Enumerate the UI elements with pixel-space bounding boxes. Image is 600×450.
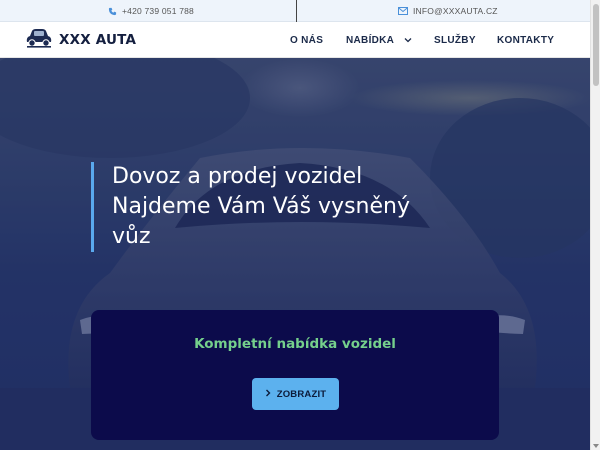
logo-text: XXX AUTA	[59, 32, 137, 48]
nav-item-kontakty[interactable]: KONTAKTY	[497, 22, 554, 58]
zobrazit-label: ZOBRAZIT	[276, 388, 327, 400]
chevron-down-icon	[404, 35, 412, 46]
site-header: XXX AUTA O NÁS NABÍDKA SLUŽBY KONTAKTY	[0, 22, 600, 58]
top-contact-bar: +420 739 051 788 INFO@XXXAUTA.CZ	[0, 0, 600, 22]
scrollbar-thumb[interactable]	[593, 4, 599, 86]
phone-link[interactable]: +420 739 051 788	[108, 0, 194, 22]
car-logo-icon	[24, 27, 54, 54]
nav-item-sluzby[interactable]: SLUŽBY	[434, 22, 476, 58]
logo-link[interactable]: XXX AUTA	[24, 27, 136, 53]
nav-label: KONTAKTY	[497, 34, 555, 46]
nav-label: NABÍDKA	[346, 34, 395, 46]
offer-card: Kompletní nabídka vozidel ZOBRAZIT	[91, 310, 499, 440]
nav-item-nabidka[interactable]: NABÍDKA	[346, 22, 412, 58]
mail-icon	[398, 7, 408, 15]
nav-label: SLUŽBY	[434, 34, 476, 46]
nav-label: O NÁS	[290, 34, 324, 46]
scroll-down-arrow[interactable]	[593, 444, 599, 448]
page-scrollbar[interactable]	[590, 0, 600, 450]
topbar-divider	[296, 0, 297, 22]
chevron-right-icon	[265, 389, 271, 400]
zobrazit-button[interactable]: ZOBRAZIT	[252, 378, 339, 410]
headline-line: Dovoz a prodej vozidel	[112, 164, 363, 189]
email-address: INFO@XXXAUTA.CZ	[413, 6, 498, 16]
headline-line: vůz	[112, 224, 151, 249]
phone-icon	[108, 7, 117, 16]
headline-line: Najdeme Vám Váš vysněný	[112, 194, 410, 219]
nav-item-o-nas[interactable]: O NÁS	[290, 22, 323, 58]
email-link[interactable]: INFO@XXXAUTA.CZ	[398, 0, 498, 22]
phone-number: +420 739 051 788	[122, 6, 194, 16]
hero-headline: Dovoz a prodej vozidel Najdeme Vám Váš v…	[91, 162, 511, 252]
offer-card-title: Kompletní nabídka vozidel	[194, 336, 396, 352]
hero-section: Dovoz a prodej vozidel Najdeme Vám Váš v…	[0, 58, 590, 450]
